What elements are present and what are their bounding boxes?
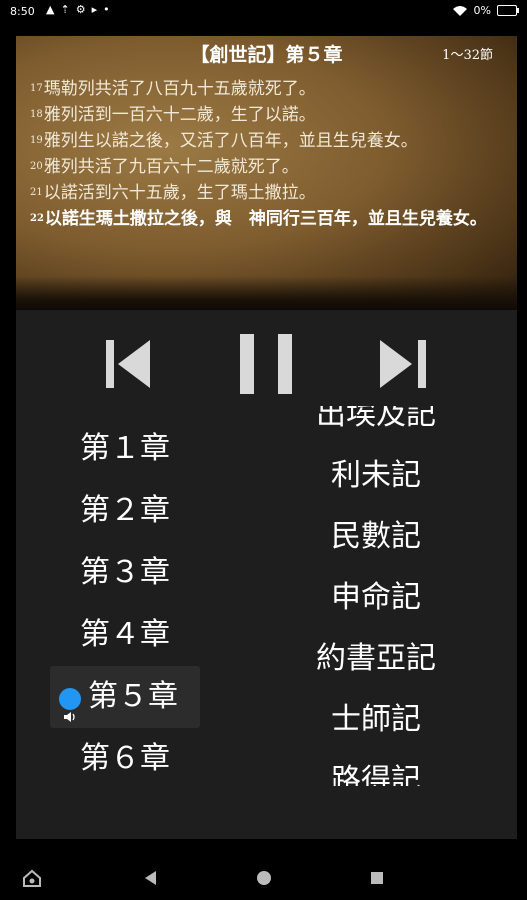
playback-controls: [16, 334, 517, 394]
verse-number: 21: [30, 187, 43, 198]
speaker-icon: [59, 688, 81, 722]
chapter-item[interactable]: 第６章: [50, 728, 200, 790]
verse: 22以諾生瑪土撒拉之後，與 神同行三百年，並且生兒養女。: [30, 206, 510, 232]
chapter-item[interactable]: 第３章: [50, 542, 200, 604]
chapter-label: 第３章: [80, 555, 170, 590]
chapter-label: 第２章: [80, 493, 170, 528]
book-item[interactable]: 出埃及記: [266, 406, 486, 445]
verse-text: 瑪勒列共活了八百九十五歲就死了。: [43, 79, 316, 99]
battery-percent: 0%: [473, 4, 491, 17]
verse-text: 雅列活到一百六十二歲，生了以諾。: [43, 105, 316, 125]
status-bar: 8:50 ▲ ⇡ ⚙ ▸ • 0%: [0, 0, 527, 24]
chapter-list: 第１章第２章第３章第４章第５章第６章: [50, 418, 200, 790]
verse-text: 以諾活到六十五歲，生了瑪土撒拉。: [43, 183, 316, 203]
chapter-label: 第１章: [80, 431, 170, 466]
recents-icon[interactable]: [368, 868, 386, 888]
verse: 18雅列活到一百六十二歲，生了以諾。: [30, 102, 510, 128]
chapter-item[interactable]: 第２章: [50, 480, 200, 542]
verse-number: 18: [30, 109, 43, 120]
book-item[interactable]: 士師記: [266, 689, 486, 750]
skip-previous-icon: [106, 340, 150, 388]
scroll-burnt-edge: [16, 276, 517, 310]
verse-number: 20: [30, 161, 43, 172]
pause-icon: [240, 334, 292, 394]
verse-number: 22: [30, 213, 44, 224]
system-nav-bar: [0, 858, 527, 900]
status-time: 8:50: [10, 5, 35, 18]
chapter-item[interactable]: 第１章: [50, 418, 200, 480]
skip-next-icon: [380, 340, 426, 388]
book-item[interactable]: 民數記: [266, 506, 486, 567]
verse-number: 19: [30, 135, 43, 146]
battery-icon: [497, 5, 519, 16]
verse: 20雅列共活了九百六十二歲就死了。: [30, 154, 510, 180]
previous-button[interactable]: [98, 334, 158, 394]
player-screen: 【創世記】第５章 1～32節 17瑪勒列共活了八百九十五歲就死了。 18雅列活到一…: [16, 36, 517, 839]
home-icon[interactable]: [255, 868, 273, 888]
verse-text: 雅列生以諾之後，又活了八百年，並且生兒養女。: [43, 131, 418, 151]
notification-icons: ▲ ⇡ ⚙ ▸ •: [46, 3, 110, 16]
chapter-item[interactable]: 第４章: [50, 604, 200, 666]
next-button[interactable]: [374, 334, 434, 394]
book-item[interactable]: 利未記: [266, 445, 486, 506]
chapter-label: 第４章: [80, 617, 170, 652]
status-right: 0%: [452, 4, 519, 17]
verse-list: 17瑪勒列共活了八百九十五歲就死了。 18雅列活到一百六十二歲，生了以諾。 19雅列…: [30, 76, 510, 232]
wifi-icon: [452, 5, 467, 16]
verse: 19雅列生以諾之後，又活了八百年，並且生兒養女。: [30, 128, 510, 154]
verse-range: 1～32節: [442, 48, 493, 63]
verse-text: 雅列共活了九百六十二歲就死了。: [43, 157, 299, 177]
home-app-icon[interactable]: [22, 868, 42, 888]
chapter-item[interactable]: 第５章: [50, 666, 200, 728]
warning-icon: ▲: [46, 3, 55, 16]
pause-button[interactable]: [236, 334, 296, 394]
media-icon: ▸: [91, 3, 98, 16]
back-icon[interactable]: [142, 868, 158, 888]
verse-text: 以諾生瑪土撒拉之後，與 神同行三百年，並且生兒養女。: [44, 209, 487, 229]
verse: 21以諾活到六十五歲，生了瑪土撒拉。: [30, 180, 510, 206]
book-item[interactable]: 申命記: [266, 567, 486, 628]
chapter-label: 第６章: [80, 741, 170, 776]
book-item[interactable]: 約書亞記: [266, 628, 486, 689]
settings-icon: ⚙: [75, 3, 86, 16]
book-list[interactable]: 出埃及記 利未記 民數記 申命記 約書亞記 士師記 路得記: [266, 406, 486, 786]
chapter-label: 第５章: [88, 679, 178, 714]
scripture-scroll: 【創世記】第５章 1～32節 17瑪勒列共活了八百九十五歲就死了。 18雅列活到一…: [16, 36, 517, 310]
dot-icon: •: [103, 3, 110, 16]
upload-icon: ⇡: [60, 3, 70, 16]
book-item[interactable]: 路得記: [266, 750, 486, 786]
verse-number: 17: [30, 83, 43, 94]
verse: 17瑪勒列共活了八百九十五歲就死了。: [30, 76, 510, 102]
